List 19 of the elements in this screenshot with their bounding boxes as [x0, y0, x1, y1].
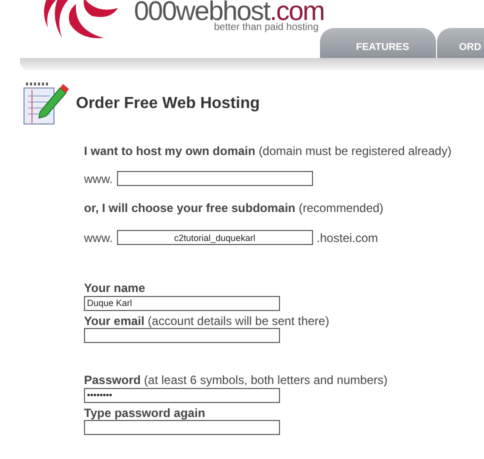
- field-label: Password (at least 6 symbols, both letters and numbers): [84, 373, 388, 387]
- input-field[interactable]: [84, 328, 280, 343]
- input-field[interactable]: Duque Karl: [84, 296, 280, 310]
- notepad-pencil-icon: [22, 82, 70, 126]
- domain-suffix: .hostei.com: [316, 230, 378, 244]
- logo-tagline: better than paid hosting: [214, 23, 319, 33]
- field-label: Your name: [84, 281, 146, 295]
- www-prefix: www.: [84, 230, 113, 244]
- own-domain-label: I want to host my own domain (domain must be registered already): [84, 144, 452, 158]
- subdomain-label: or, I will choose your free subdomain (recommended): [84, 201, 384, 215]
- field-label: Your email (account details will be sent there): [84, 314, 330, 328]
- subdomain-field[interactable]: c2tutorial_duquekarl: [116, 230, 313, 245]
- field-label: Type password again: [84, 406, 206, 420]
- page-title: Order Free Web Hosting: [76, 95, 260, 113]
- input-field[interactable]: ••••••••: [84, 388, 280, 402]
- input-field[interactable]: [84, 420, 280, 435]
- www-prefix: www.: [84, 172, 113, 186]
- site-logo[interactable]: 000webhost.com: [134, 0, 324, 23]
- domain-field[interactable]: [116, 171, 313, 186]
